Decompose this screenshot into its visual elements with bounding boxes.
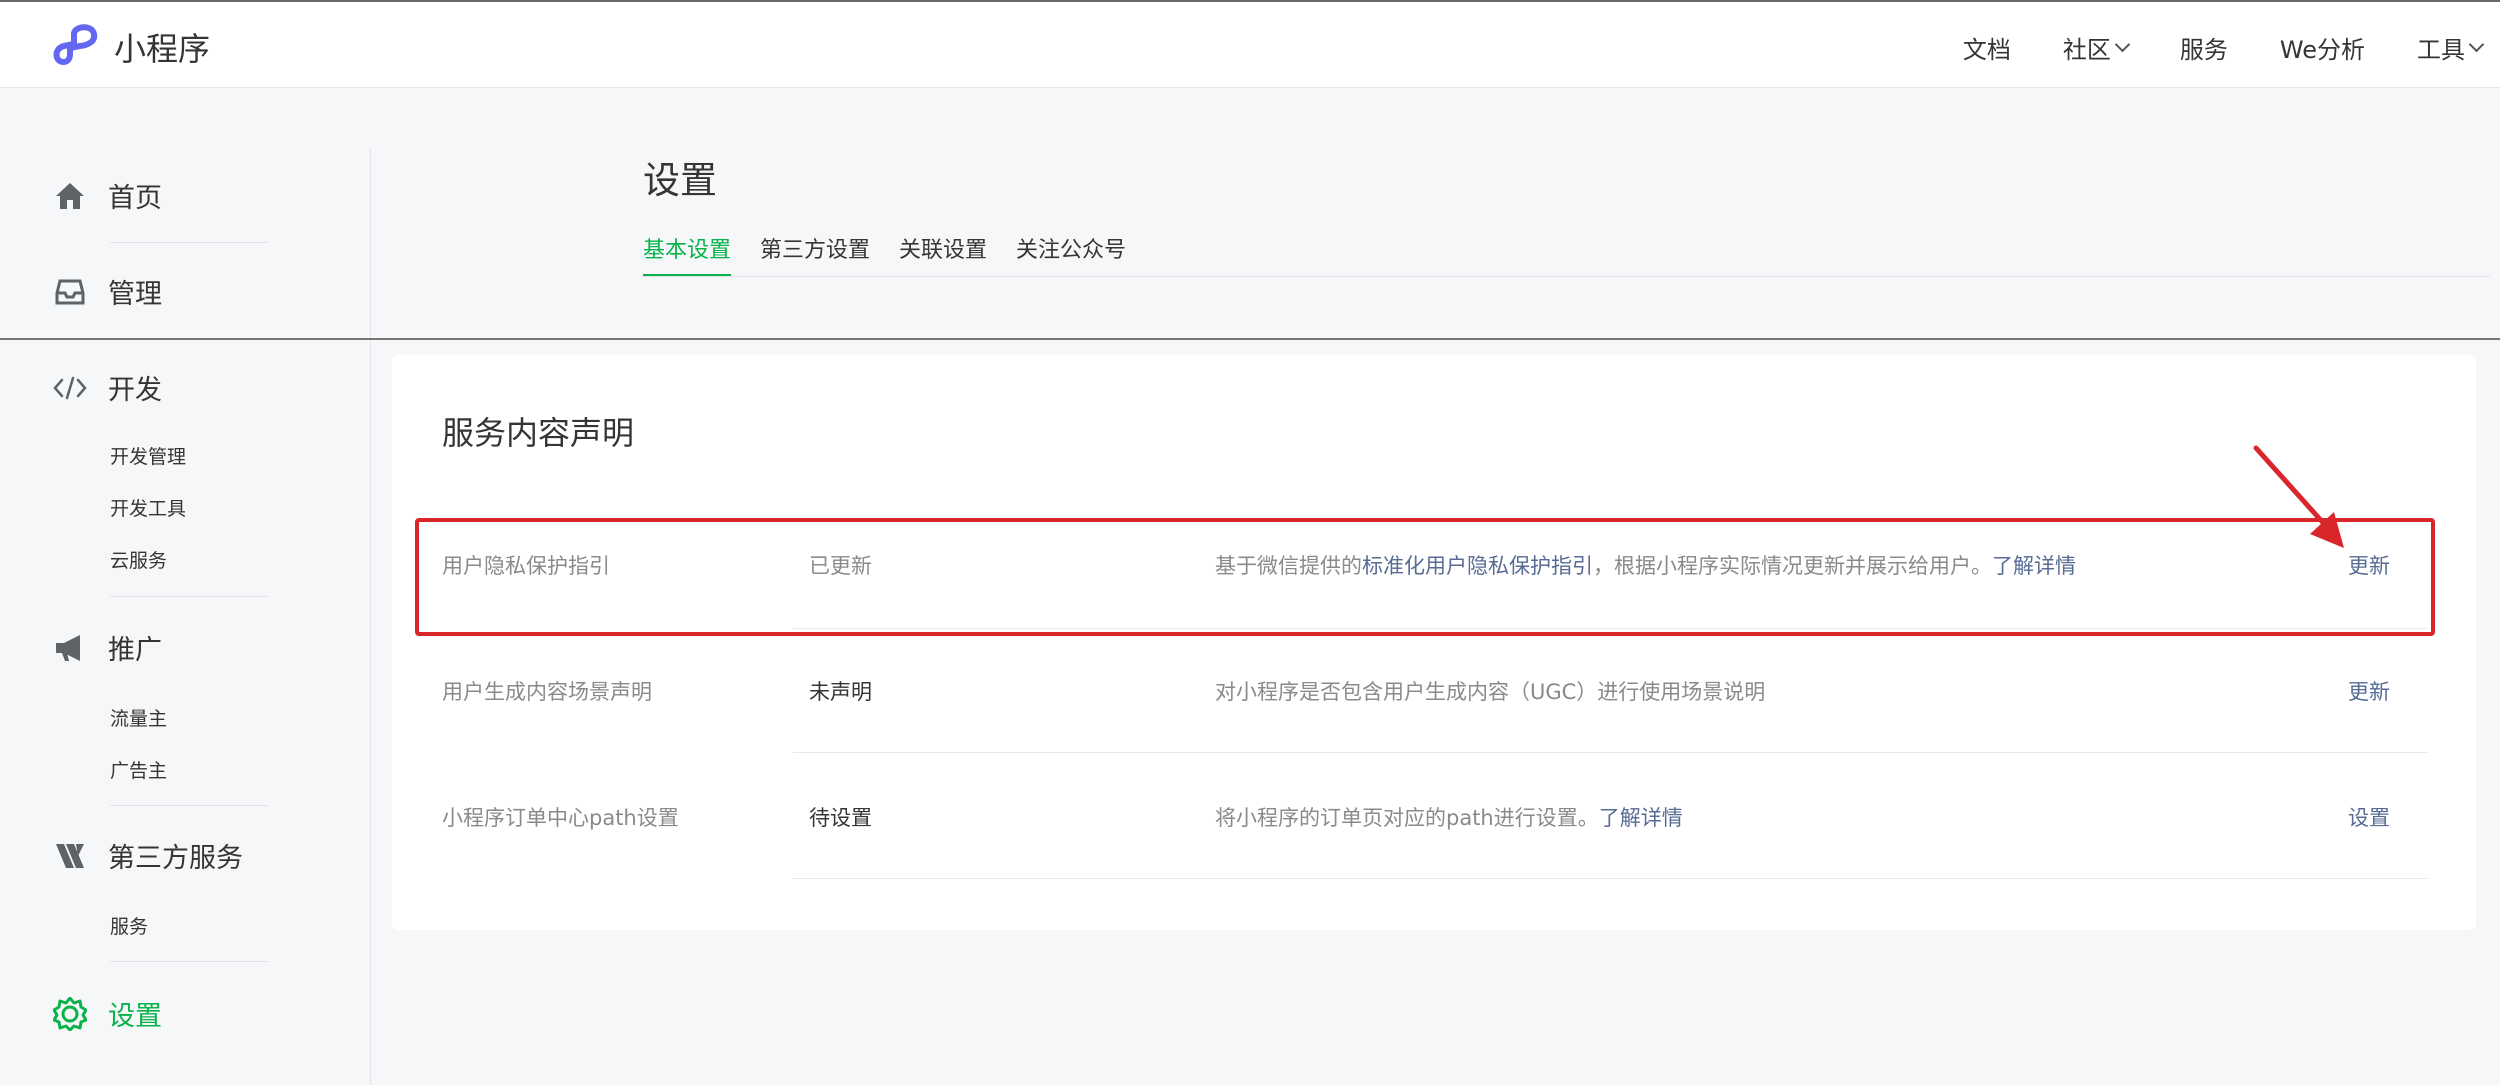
desc-text: 对小程序是否包含用户生成内容（UGC）进行使用场景说明 [1215, 680, 1766, 704]
sidebar-item-label: 设置 [108, 1001, 162, 1032]
sidebar-subitem-dev-tools[interactable]: 开发工具 [110, 494, 186, 521]
row-name: 用户生成内容场景声明 [442, 680, 652, 704]
nav-community[interactable]: 社区 [2062, 30, 2131, 65]
tab-follow-official-account[interactable]: 关注公众号 [1016, 232, 1126, 277]
tabs-underline [643, 276, 2490, 277]
table-row: 用户生成内容场景声明 未声明 对小程序是否包含用户生成内容（UGC）进行使用场景… [0, 676, 2500, 716]
mini-program-logo-icon[interactable] [52, 22, 104, 68]
page-title: 设置 [643, 159, 717, 202]
row-divider [793, 878, 2427, 879]
nav-tools-label: 工具 [2417, 36, 2465, 64]
sidebar-item-home[interactable]: 首页 [52, 176, 162, 215]
code-icon [52, 370, 88, 406]
sidebar-item-manage[interactable]: 管理 [52, 272, 162, 311]
section-title: 服务内容声明 [442, 414, 635, 452]
desc-text: 将小程序的订单页对应的path进行设置。 [1215, 806, 1599, 830]
highlight-box [415, 518, 2435, 636]
sidebar-item-label: 管理 [108, 279, 162, 310]
row-status: 未声明 [809, 680, 872, 704]
top-nav: 文档 社区 服务 We分析 工具 [1911, 30, 2485, 65]
inbox-icon [52, 274, 88, 310]
page-divider [0, 338, 2500, 340]
sidebar-divider [370, 148, 371, 1085]
nav-docs[interactable]: 文档 [1963, 30, 2011, 65]
home-icon [52, 178, 88, 214]
row-description: 将小程序的订单页对应的path进行设置。了解详情 [1215, 802, 1683, 832]
update-button[interactable]: 更新 [2348, 676, 2390, 706]
divider [110, 961, 268, 962]
nav-community-label: 社区 [2062, 36, 2111, 64]
sidebar-subitem-dev-manage[interactable]: 开发管理 [110, 442, 186, 469]
sidebar-item-dev[interactable]: 开发 [52, 368, 162, 407]
row-divider [793, 752, 2427, 753]
sidebar-subitem-service[interactable]: 服务 [110, 912, 148, 939]
set-button[interactable]: 设置 [2348, 802, 2390, 832]
tab-third-party-settings[interactable]: 第三方设置 [760, 232, 870, 277]
service-declaration-card [392, 355, 2476, 930]
settings-tabs: 基本设置 第三方设置 关联设置 关注公众号 [643, 232, 1155, 277]
megaphone-icon [52, 630, 88, 666]
annotation-arrow-icon [2253, 445, 2344, 548]
third-party-service-icon [52, 838, 88, 874]
row-name: 小程序订单中心path设置 [442, 806, 679, 830]
nav-services-label: 服务 [2179, 36, 2228, 64]
top-bar: 小程序 文档 社区 服务 We分析 工具 [0, 0, 2500, 88]
sidebar-item-label: 首页 [108, 183, 162, 214]
row-description: 对小程序是否包含用户生成内容（UGC）进行使用场景说明 [1215, 676, 1765, 706]
sidebar-item-label: 开发 [108, 375, 162, 406]
tab-basic-settings[interactable]: 基本设置 [643, 232, 732, 277]
sidebar-item-label: 推广 [108, 635, 162, 666]
table-row: 小程序订单中心path设置 待设置 将小程序的订单页对应的path进行设置。了解… [0, 802, 2500, 842]
nav-we-analytics[interactable]: We分析 [2280, 30, 2365, 65]
nav-docs-label: 文档 [1962, 36, 2011, 64]
chevron-down-icon [2468, 36, 2485, 53]
row-status: 待设置 [809, 806, 872, 830]
nav-tools[interactable]: 工具 [2417, 30, 2485, 65]
sidebar-subitem-advertiser[interactable]: 广告主 [110, 756, 167, 783]
nav-we-analytics-label: We分析 [2279, 36, 2365, 64]
learn-more-link[interactable]: 了解详情 [1599, 806, 1683, 830]
sidebar-item-settings[interactable]: 设置 [52, 994, 162, 1033]
nav-services[interactable]: 服务 [2180, 30, 2228, 65]
brand-name[interactable]: 小程序 [114, 24, 210, 70]
sidebar-item-promote[interactable]: 推广 [52, 628, 162, 667]
divider [110, 596, 268, 597]
divider [110, 242, 268, 243]
chevron-down-icon [2114, 36, 2131, 53]
tab-association-settings[interactable]: 关联设置 [899, 232, 987, 277]
gear-icon [52, 996, 88, 1032]
